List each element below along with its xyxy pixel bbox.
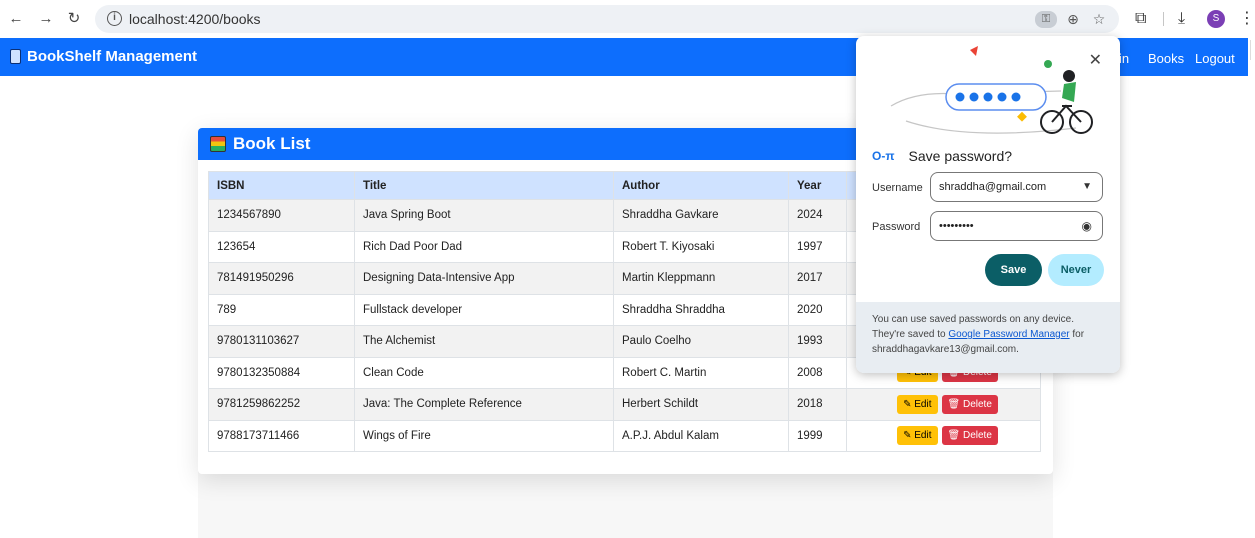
delete-button[interactable]: 🗑 Delete <box>941 426 998 446</box>
cell-year: 2020 <box>788 293 847 326</box>
key-icon: O-π <box>872 149 895 163</box>
edit-button[interactable]: ✎ Edit <box>897 426 938 446</box>
save-password-dialog: ✕ O-π Save password? Username shraddha@g… <box>856 36 1120 373</box>
cell-actions: ✎ Edit🗑 Delete <box>846 388 1041 421</box>
tablet-icon <box>10 49 21 64</box>
cell-year: 2018 <box>788 388 847 421</box>
cell-author: Herbert Schildt <box>613 388 789 421</box>
pencil-icon: ✎ <box>903 398 915 410</box>
cell-author: Robert T. Kiyosaki <box>613 230 789 263</box>
column-header-author: Author <box>613 171 789 200</box>
trash-icon: 🗑 <box>947 430 963 442</box>
trash-icon: 🗑 <box>947 398 963 410</box>
column-header-isbn: ISBN <box>208 171 355 200</box>
cell-author: Shraddha Gavkare <box>613 199 789 232</box>
cell-title: Wings of Fire <box>354 419 614 452</box>
cell-year: 1993 <box>788 325 847 358</box>
reload-icon[interactable]: ↻ <box>64 9 84 29</box>
browser-toolbar: ← → ↻ i localhost:4200/books ⚿ ⊕ ☆ ⧉ ⤓ S… <box>0 0 1255 38</box>
dialog-footer: You can use saved passwords on any devic… <box>856 302 1120 373</box>
save-button[interactable]: Save <box>985 254 1042 286</box>
cell-author: A.P.J. Abdul Kalam <box>613 419 789 452</box>
username-label: Username <box>872 182 923 194</box>
cell-title: Designing Data-Intensive App <box>354 262 614 295</box>
close-icon[interactable]: ✕ <box>1089 50 1102 70</box>
cell-author: Martin Kleppmann <box>613 262 789 295</box>
cell-isbn: 1234567890 <box>208 199 355 232</box>
delete-button[interactable]: 🗑 Delete <box>941 394 998 414</box>
cell-isbn: 123654 <box>208 230 355 263</box>
menu-kebab-icon[interactable]: ⋮ <box>1239 9 1255 29</box>
pencil-icon: ✎ <box>903 430 915 442</box>
scroll-edge <box>1250 40 1251 60</box>
cell-isbn: 781491950296 <box>208 262 355 295</box>
cell-year: 1997 <box>788 230 847 263</box>
password-value: ••••••••• <box>939 220 974 232</box>
username-field[interactable]: shraddha@gmail.com ▼ <box>930 172 1103 202</box>
brand[interactable]: BookShelf Management <box>10 48 197 65</box>
dialog-title-text: Save password? <box>908 148 1013 164</box>
zoom-icon[interactable]: ⊕ <box>1063 11 1083 28</box>
password-illustration <box>890 46 1093 134</box>
cell-title: Rich Dad Poor Dad <box>354 230 614 263</box>
password-manager-link[interactable]: Google Password Manager <box>948 329 1069 340</box>
bookmark-star-icon[interactable]: ☆ <box>1089 11 1109 28</box>
card-title: Book List <box>233 134 311 153</box>
delete-label: Delete <box>962 430 992 442</box>
delete-label: Delete <box>962 398 992 410</box>
cell-author: Robert C. Martin <box>613 356 789 389</box>
never-button[interactable]: Never <box>1048 254 1104 286</box>
cell-title: Clean Code <box>354 356 614 389</box>
cell-year: 1999 <box>788 419 847 452</box>
cell-title: Java Spring Boot <box>354 199 614 232</box>
cell-author: Shraddha Shraddha <box>613 293 789 326</box>
cell-year: 2008 <box>788 356 847 389</box>
column-header-year: Year <box>788 171 847 200</box>
password-label: Password <box>872 221 921 233</box>
cell-year: 2024 <box>788 199 847 232</box>
edit-button[interactable]: ✎ Edit <box>897 394 938 414</box>
edit-label: Edit <box>914 398 932 410</box>
url-text: localhost:4200/books <box>129 11 261 27</box>
cell-isbn: 9780132350884 <box>208 356 355 389</box>
table-row: 9781259862252 Java: The Complete Referenc… <box>208 388 1041 421</box>
nav-link-logout[interactable]: Logout <box>1195 51 1235 66</box>
cell-isbn: 789 <box>208 293 355 326</box>
cell-title: Fullstack developer <box>354 293 614 326</box>
download-icon[interactable]: ⤓ <box>1178 9 1185 29</box>
edit-label: Edit <box>914 430 932 442</box>
brand-text: BookShelf Management <box>27 48 198 65</box>
cell-title: The Alchemist <box>354 325 614 358</box>
cell-title: Java: The Complete Reference <box>354 388 614 421</box>
nav-link-login[interactable]: in <box>1119 51 1129 66</box>
content-background <box>198 470 1053 538</box>
cell-isbn: 9781259862252 <box>208 388 355 421</box>
books-icon <box>210 136 226 152</box>
column-header-title: Title <box>354 171 614 200</box>
profile-avatar[interactable]: S <box>1207 10 1225 28</box>
back-arrow-icon[interactable]: ← <box>6 9 26 29</box>
cell-author: Paulo Coelho <box>613 325 789 358</box>
eye-icon[interactable]: ◉ <box>1082 212 1092 240</box>
forward-arrow-icon[interactable]: → <box>36 9 56 29</box>
password-field[interactable]: ••••••••• ◉ <box>930 211 1103 241</box>
cell-actions: ✎ Edit🗑 Delete <box>846 419 1041 452</box>
toolbar-divider <box>1163 12 1164 26</box>
cell-isbn: 9788173711466 <box>208 419 355 452</box>
password-key-icon[interactable]: ⚿ <box>1035 11 1057 28</box>
cell-isbn: 9780131103627 <box>208 325 355 358</box>
site-info-icon[interactable]: i <box>107 11 122 26</box>
extensions-icon[interactable]: ⧉ <box>1135 9 1146 29</box>
cell-year: 2017 <box>788 262 847 295</box>
nav-link-books[interactable]: Books <box>1148 51 1184 66</box>
username-value: shraddha@gmail.com <box>939 181 1047 193</box>
table-row: 9788173711466 Wings of Fire A.P.J. Abdul K… <box>208 419 1041 452</box>
chevron-down-icon[interactable]: ▼ <box>1082 173 1092 201</box>
address-bar[interactable]: i localhost:4200/books ⚿ ⊕ ☆ <box>95 5 1119 33</box>
dialog-title: O-π Save password? <box>872 148 1012 164</box>
